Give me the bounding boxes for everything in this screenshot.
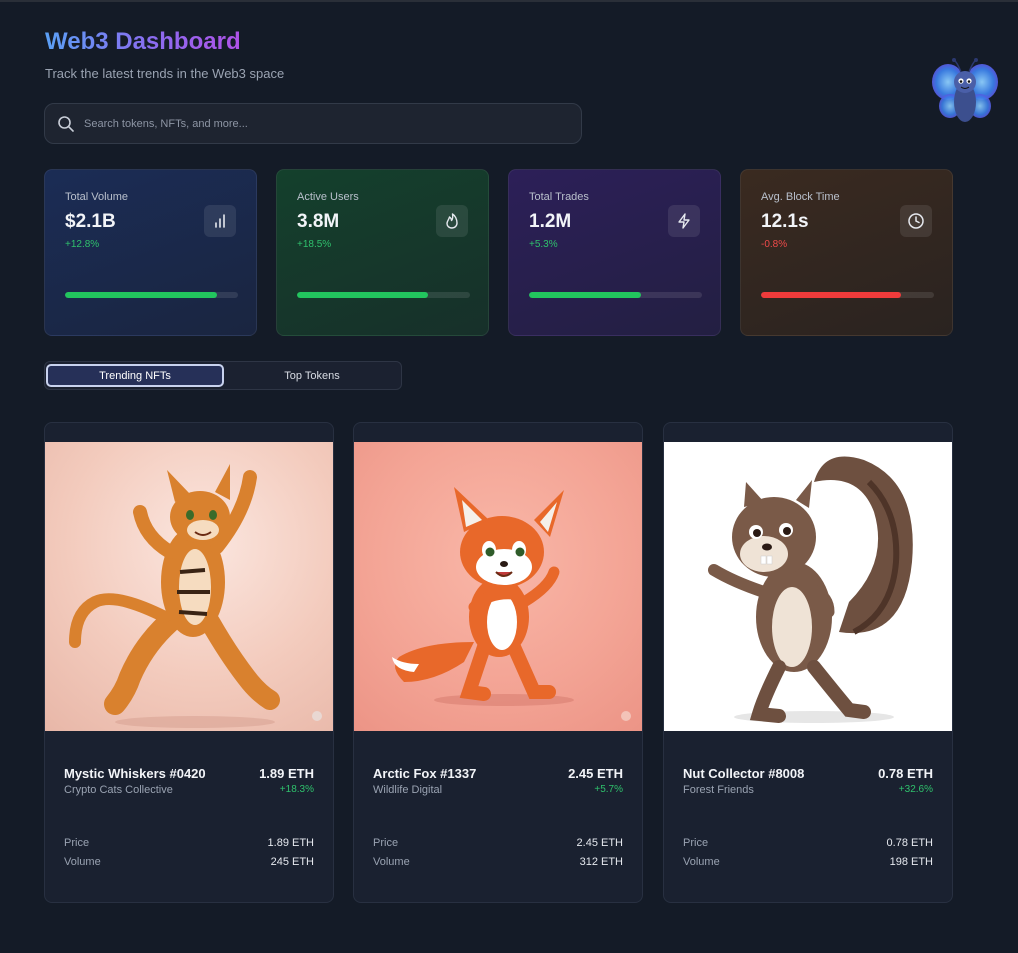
page-title: Web3 Dashboard [45,28,241,55]
stat-progress-track [65,292,238,298]
bar-chart-icon [215,214,225,228]
nft-collection: Crypto Cats Collective [64,784,173,796]
price-label: Price [64,837,90,849]
stat-progress-track [297,292,470,298]
price-label: Price [373,837,399,849]
stat-icon-box [204,205,236,237]
search-icon [58,115,74,132]
volume-label: Volume [373,856,410,868]
nft-collection: Wildlife Digital [373,784,443,796]
stat-icon-box [900,205,932,237]
nft-name: Mystic Whiskers #0420 [64,766,206,781]
lightning-icon [678,213,690,229]
tab-bar: Trending NFTs Top Tokens [44,361,402,390]
nft-price: 1.89 ETH [259,766,314,781]
flame-icon [446,213,458,229]
stat-progress-fill [65,292,218,298]
nft-image-cat [45,442,333,731]
price-value: 1.89 ETH [267,837,314,849]
nft-card[interactable]: Nut Collector #8008 Forest Friends 0.78 … [663,422,953,903]
stat-card-avg-block-time: Avg. Block Time 12.1s -0.8% [740,169,953,336]
stat-progress-track [529,292,702,298]
volume-label: Volume [64,856,101,868]
nft-card[interactable]: Mystic Whiskers #0420 Crypto Cats Collec… [44,422,334,903]
nft-change: +5.7% [594,784,623,795]
dancing-squirrel-illustration [708,456,913,723]
price-label: Price [683,837,709,849]
volume-value: 198 ETH [889,856,933,868]
stat-label: Avg. Block Time [761,191,840,203]
stat-change: +18.5% [297,239,332,250]
volume-label: Volume [683,856,720,868]
stat-change: +5.3% [529,239,558,250]
nft-collection: Forest Friends [683,784,754,796]
nft-name: Arctic Fox #1337 [373,766,477,781]
dancing-cat-illustration [69,464,322,728]
stat-progress-fill [297,292,429,298]
stat-label: Total Trades [529,191,589,203]
dancing-fox-illustration [392,487,631,721]
stat-change: -0.8% [761,239,788,250]
stat-icon-box [668,205,700,237]
stat-change: +12.8% [65,239,100,250]
price-value: 0.78 ETH [886,837,933,849]
volume-value: 312 ETH [579,856,623,868]
stat-label: Total Volume [65,191,128,203]
butterfly-mascot-icon [932,58,998,122]
nft-name: Nut Collector #8008 [683,766,805,781]
stat-card-active-users: Active Users 3.8M +18.5% [276,169,489,336]
tab-top-tokens[interactable]: Top Tokens [223,364,401,387]
stat-label: Active Users [297,191,359,203]
stat-card-total-trades: Total Trades 1.2M +5.3% [508,169,721,336]
volume-value: 245 ETH [270,856,314,868]
stat-value: 1.2M [529,211,572,232]
nft-card[interactable]: Arctic Fox #1337 Wildlife Digital 2.45 E… [353,422,643,903]
stat-value: $2.1B [65,211,116,232]
stat-value: 12.1s [761,211,809,232]
nft-change: +32.6% [898,784,933,795]
clock-icon [908,213,924,229]
price-value: 2.45 ETH [576,837,623,849]
stat-progress-track [761,292,934,298]
search-bar[interactable] [44,103,582,144]
stat-progress-fill [529,292,642,298]
tab-trending-nfts[interactable]: Trending NFTs [46,364,224,387]
nft-change: +18.3% [279,784,314,795]
stat-value: 3.8M [297,211,340,232]
search-input[interactable] [84,117,564,130]
nft-image-fox [354,442,642,731]
page-subtitle: Track the latest trends in the Web3 spac… [45,66,285,81]
nft-image-squirrel [664,442,952,731]
nft-price: 2.45 ETH [568,766,623,781]
stat-progress-fill [761,292,902,298]
nft-price: 0.78 ETH [878,766,933,781]
stat-icon-box [436,205,468,237]
stat-card-total-volume: Total Volume $2.1B +12.8% [44,169,257,336]
